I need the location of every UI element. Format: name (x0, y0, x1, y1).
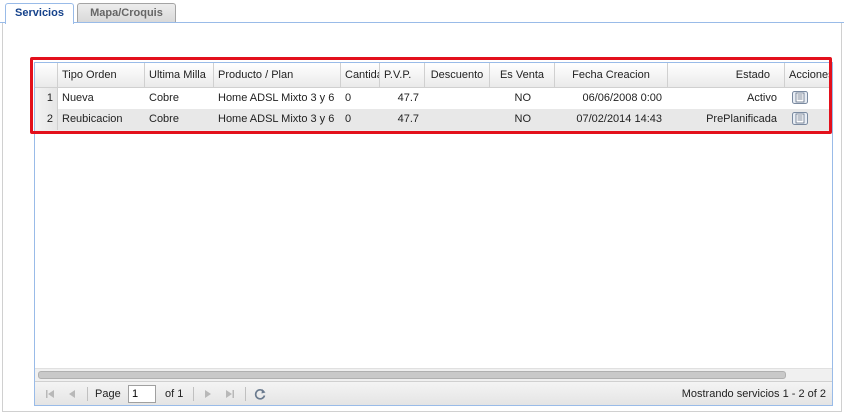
horizontal-scrollbar[interactable] (35, 368, 832, 381)
cell-fecha-creacion: 07/02/2014 14:43 (576, 113, 662, 125)
cell-cantidad: 0 (345, 92, 352, 104)
cell-producto: Home ADSL Mixto 3 y 6 (218, 92, 335, 104)
tab-mapa-croquis[interactable]: Mapa/Croquis (77, 3, 176, 22)
cell-pvp: 47.7 (397, 113, 419, 125)
cell-ultima-milla: Cobre (149, 92, 179, 104)
paging-status: Mostrando servicios 1 - 2 of 2 (681, 388, 826, 400)
cell-tipo-orden: Reubicacion (62, 113, 123, 125)
toolbar-separator (193, 387, 194, 401)
cell-fecha-creacion: 06/06/2008 0:00 (582, 92, 662, 104)
last-page-icon[interactable] (223, 387, 237, 401)
column-header-pvp[interactable]: P.V.P. (380, 63, 425, 87)
cell-tipo-orden: Nueva (62, 92, 94, 104)
cell-pvp: 47.7 (397, 92, 419, 104)
paging-toolbar: Page of 1 Mostrando servicios 1 - 2 of 2 (35, 381, 832, 405)
cell-cantidad: 0 (345, 113, 352, 125)
row-number: 1 (35, 88, 58, 109)
table-row[interactable]: 1 Nueva Cobre Home ADSL Mixto 3 y 6 0 47… (35, 88, 832, 110)
cell-descuento (425, 88, 490, 109)
cell-producto: Home ADSL Mixto 3 y 6 (218, 113, 335, 125)
row-number: 2 (35, 109, 58, 130)
page-label: Page (95, 388, 121, 400)
scrollbar-thumb[interactable] (38, 371, 786, 379)
refresh-icon[interactable] (253, 387, 267, 401)
column-header-ultima-milla[interactable]: Ultima Milla (145, 63, 214, 87)
column-header-estado[interactable]: Estado (668, 63, 785, 87)
column-header-cantidad[interactable]: Cantidad (341, 63, 380, 87)
grid-header: Tipo Orden Ultima Milla Producto / Plan … (35, 63, 832, 88)
page-number-input[interactable] (128, 385, 156, 403)
cell-es-venta: NO (514, 92, 532, 104)
cell-estado: Activo (747, 92, 777, 104)
table-row[interactable]: 2 Reubicacion Cobre Home ADSL Mixto 3 y … (35, 109, 832, 131)
column-header-acciones[interactable]: Acciones (785, 63, 832, 87)
cell-ultima-milla: Cobre (149, 113, 179, 125)
column-header-es-venta[interactable]: Es Venta (490, 63, 555, 87)
cell-descuento (425, 109, 490, 130)
first-page-icon[interactable] (43, 387, 57, 401)
column-header-producto[interactable]: Producto / Plan (214, 63, 341, 87)
toolbar-separator (245, 387, 246, 401)
previous-page-icon[interactable] (65, 387, 79, 401)
tab-servicios[interactable]: Servicios (5, 3, 74, 24)
services-grid: Tipo Orden Ultima Milla Producto / Plan … (34, 62, 833, 406)
next-page-icon[interactable] (201, 387, 215, 401)
cell-es-venta: NO (514, 113, 532, 125)
cell-estado: PrePlanificada (706, 113, 777, 125)
column-header-fecha-creacion[interactable]: Fecha Creacion (555, 63, 668, 87)
page-count-label: of 1 (165, 388, 184, 400)
cell-acciones (785, 88, 832, 109)
toolbar-separator (87, 387, 88, 401)
tab-bar: Servicios Mapa/Croquis (0, 0, 844, 24)
document-icon[interactable] (791, 90, 809, 105)
column-header-descuento[interactable]: Descuento (425, 63, 490, 87)
column-header-tipo-orden[interactable]: Tipo Orden (58, 63, 145, 87)
rownumber-header (35, 63, 58, 87)
document-icon[interactable] (791, 111, 809, 126)
cell-acciones (785, 109, 832, 130)
